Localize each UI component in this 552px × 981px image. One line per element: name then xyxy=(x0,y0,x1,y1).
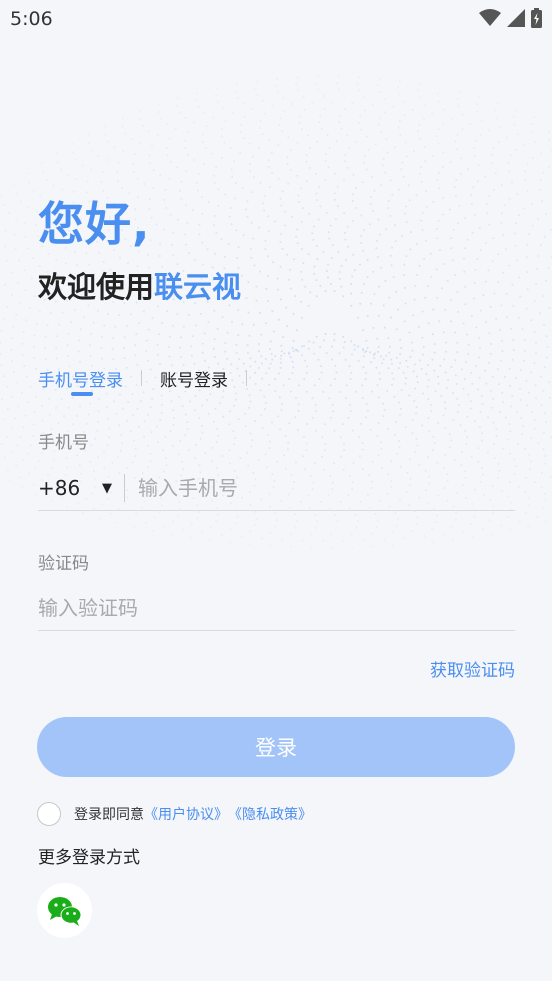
code-input-row xyxy=(38,586,515,631)
agreement-checkbox[interactable] xyxy=(37,802,61,826)
login-button[interactable]: 登录 xyxy=(37,717,515,777)
wechat-login-button[interactable] xyxy=(37,883,92,938)
tab-divider-trailing xyxy=(246,370,247,386)
tab-divider xyxy=(141,370,142,386)
country-code-selector[interactable]: +86 xyxy=(38,476,102,500)
phone-input[interactable] xyxy=(138,468,515,508)
status-icons xyxy=(479,8,542,28)
agreement-row: 登录即同意 《用户协议》 《隐私政策》 xyxy=(37,802,312,826)
tab-phone-login[interactable]: 手机号登录 xyxy=(38,366,123,391)
verification-code-input[interactable] xyxy=(38,588,515,628)
user-agreement-link[interactable]: 《用户协议》 xyxy=(144,804,228,824)
privacy-policy-link[interactable]: 《隐私政策》 xyxy=(228,804,312,824)
signal-icon xyxy=(507,9,525,27)
code-field-label: 验证码 xyxy=(38,554,89,574)
wechat-icon xyxy=(47,896,81,926)
status-time: 5:06 xyxy=(10,8,53,30)
get-code-button[interactable]: 获取验证码 xyxy=(430,656,515,681)
dropdown-arrow-icon[interactable]: ▼ xyxy=(102,481,124,496)
phone-input-row: +86 ▼ xyxy=(38,466,515,511)
brand-name: 联云视 xyxy=(154,270,242,304)
tab-account-login[interactable]: 账号登录 xyxy=(160,366,228,391)
greeting-title: 您好, xyxy=(38,197,151,251)
active-tab-indicator xyxy=(71,392,93,396)
more-login-label: 更多登录方式 xyxy=(38,848,140,868)
welcome-prefix: 欢迎使用 xyxy=(38,270,155,304)
status-bar: 5:06 xyxy=(0,0,552,38)
agreement-prefix: 登录即同意 xyxy=(74,807,144,823)
wifi-icon xyxy=(479,9,501,26)
welcome-subtitle: 欢迎使用联云视 xyxy=(38,264,241,306)
login-tabs: 手机号登录 账号登录 xyxy=(38,364,265,396)
phone-field-label: 手机号 xyxy=(38,433,89,453)
phone-field-separator xyxy=(124,474,125,502)
battery-icon xyxy=(531,8,542,28)
